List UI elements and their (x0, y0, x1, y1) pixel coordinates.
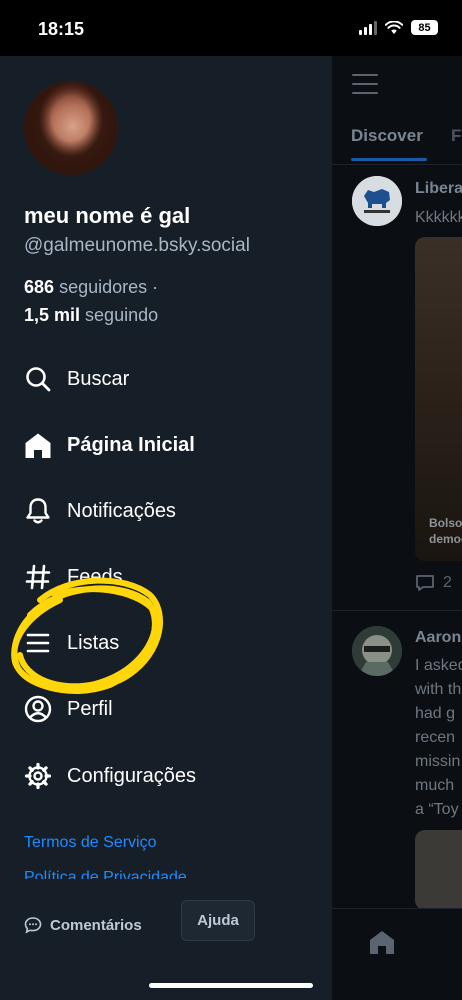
menu-item-label: Feeds (67, 565, 123, 588)
post-image[interactable]: Bolsonaro democracia (415, 237, 462, 561)
tab-discover[interactable]: Discover (351, 126, 423, 146)
post-avatar[interactable] (352, 176, 402, 226)
user-circle-icon (24, 695, 52, 723)
bell-icon (24, 497, 52, 525)
hash-icon (24, 563, 52, 591)
post-actions[interactable]: 2 (415, 574, 452, 592)
background-feed: Discover Following Liberal planet Kkkkkk… (332, 56, 462, 1000)
post-avatar[interactable] (352, 626, 402, 676)
post-text: Kkkkkk (415, 209, 462, 226)
menu-item-configuracoes[interactable]: Configurações (24, 759, 314, 793)
menu-item-label: Notificações (67, 499, 176, 522)
list-icon (24, 629, 52, 657)
privacy-policy-link[interactable]: Política de Privacidade (24, 870, 187, 879)
terms-of-service-link[interactable]: Termos de Serviço (24, 834, 157, 852)
reply-icon[interactable] (415, 574, 435, 592)
post-author[interactable]: Liberal planet (415, 180, 462, 198)
home-indicator[interactable] (149, 983, 313, 988)
menu-item-pagina-inicial[interactable]: Página Inicial (24, 428, 314, 462)
post-image[interactable] (415, 830, 462, 910)
battery-icon: 85 (411, 20, 438, 35)
menu-item-notificacoes[interactable]: Notificações (24, 494, 314, 528)
avatar-illustration-icon (352, 626, 402, 676)
wifi-icon (385, 20, 403, 34)
feedback-label: Comentários (50, 916, 142, 934)
status-time: 18:15 (38, 19, 85, 39)
menu-item-perfil[interactable]: Perfil (24, 692, 314, 726)
cellular-signal-icon (359, 20, 377, 35)
home-icon (24, 431, 52, 459)
gear-icon (24, 762, 52, 790)
profile-avatar[interactable] (24, 81, 118, 175)
side-drawer: meu nome é gal @galmeunome.bsky.social 6… (0, 56, 332, 1000)
bottom-tab-bar (332, 908, 462, 1000)
post-text: I asked with th had g recen missin much … (415, 657, 462, 818)
menu-item-label: Listas (67, 631, 120, 654)
menu-item-label: Buscar (67, 367, 130, 390)
status-icons: 85 (359, 20, 438, 35)
following-stat[interactable]: 1,5 mil seguindo (24, 305, 158, 326)
profile-name[interactable]: meu nome é gal (24, 203, 190, 229)
help-button[interactable]: Ajuda (181, 900, 255, 941)
divider (332, 164, 462, 165)
profile-handle[interactable]: @galmeunome.bsky.social (24, 235, 284, 257)
post-separator (332, 610, 462, 611)
image-caption: Bolsonaro democracia (429, 516, 462, 546)
hamburger-menu-icon[interactable] (352, 74, 378, 94)
liberal-planet-logo-icon (352, 176, 402, 226)
menu-item-buscar[interactable]: Buscar (24, 362, 314, 396)
tab-following[interactable]: Following (451, 126, 462, 146)
menu-item-label: Configurações (67, 764, 196, 787)
reply-count: 2 (443, 574, 452, 591)
menu-item-feeds[interactable]: Feeds (24, 560, 314, 594)
home-icon[interactable] (368, 929, 396, 955)
menu-item-label: Perfil (67, 697, 113, 720)
menu-item-label: Página Inicial (67, 433, 195, 456)
chat-bubble-icon (24, 917, 42, 934)
feedback-button[interactable]: Comentários (24, 908, 142, 942)
menu-item-listas[interactable]: Listas (24, 626, 314, 660)
followers-stat[interactable]: 686 seguidores · (24, 277, 158, 298)
status-bar: 18:15 85 (0, 0, 462, 56)
tab-underline (351, 158, 427, 161)
search-icon (24, 365, 52, 393)
post-author[interactable]: Aaron (415, 629, 461, 647)
